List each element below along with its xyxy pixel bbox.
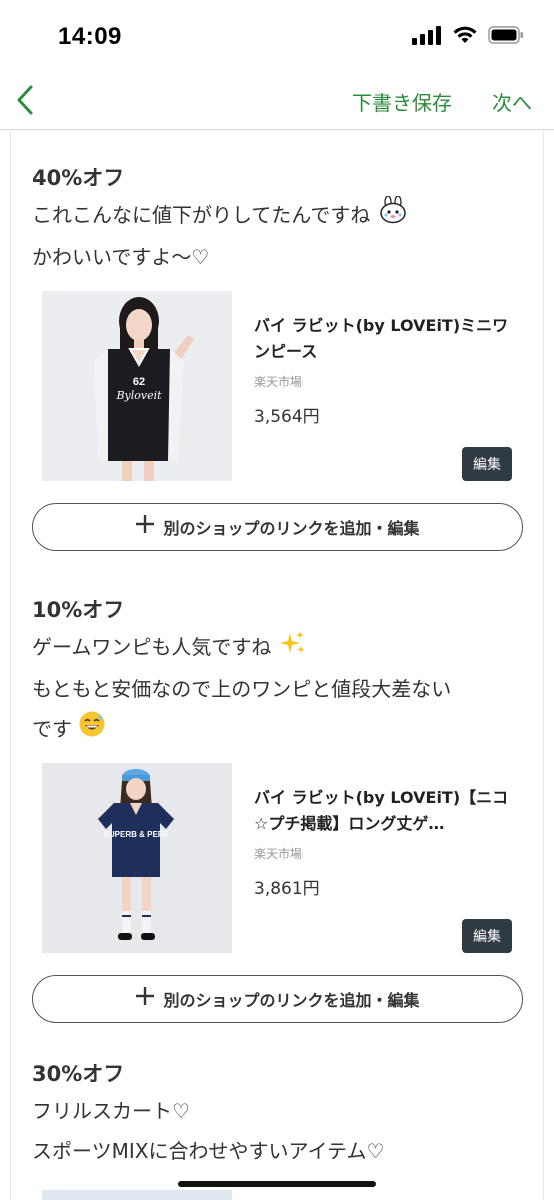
- shirt-print-text: SUPERB & PERF: [104, 830, 169, 839]
- product-price: 3,564円: [254, 402, 512, 427]
- item-section: 10%オフ ゲームワンピも人気ですね もともと安価なので上のワンピと値段大差ない…: [32, 551, 522, 1023]
- status-icons: [412, 25, 524, 49]
- signal-icon: [412, 25, 442, 49]
- product-card[interactable]: SUPERB & PERF バイ ラビット(by LOVEiT)【ニコ☆プチ掲載…: [32, 763, 522, 963]
- product-name[interactable]: バイ ラビット(by LOVEiT)ミニワンピース: [254, 313, 512, 365]
- description-line[interactable]: スポーツMIXに合わせやすいアイテム♡: [32, 1131, 522, 1171]
- item-section: 30%オフ フリルスカート♡ スポーツMIXに合わせやすいアイテム♡: [32, 1023, 522, 1171]
- edit-product-button[interactable]: 編集: [462, 919, 512, 953]
- rabbit-emoji-icon: [379, 196, 407, 237]
- plus-icon: [135, 514, 155, 538]
- add-shop-link-button[interactable]: 別のショップのリンクを追加・編集: [32, 975, 523, 1023]
- add-shop-link-label: 別のショップのリンクを追加・編集: [163, 987, 419, 1011]
- description-line[interactable]: フリルスカート♡: [32, 1091, 522, 1131]
- product-shop: 楽天市場: [254, 373, 512, 390]
- description-line[interactable]: これこんなに値下がりしてたんですね: [32, 195, 522, 237]
- item-section: 40%オフ これこんなに値下がりしてたんですね かわいいですよ〜♡: [32, 131, 522, 551]
- post-editor-content[interactable]: 40%オフ これこんなに値下がりしてたんですね かわいいですよ〜♡: [10, 131, 544, 1199]
- description-text: ゲームワンピも人気ですね: [32, 635, 271, 659]
- next-button[interactable]: 次へ: [492, 87, 532, 116]
- description-line[interactable]: かわいいですよ〜♡: [32, 237, 522, 277]
- status-bar: 14:09: [0, 0, 554, 74]
- product-card[interactable]: 62 Byloveit バイ ラビット(by LOVEiT)ミニワンピース 楽天…: [32, 291, 522, 491]
- discount-heading: 40%オフ: [32, 161, 522, 195]
- description-line[interactable]: です: [32, 709, 522, 751]
- chevron-left-icon: [16, 85, 34, 119]
- product-image[interactable]: 62 Byloveit: [42, 291, 232, 481]
- description-text: これこんなに値下がりしてたんですね: [32, 203, 370, 227]
- description-text: です: [32, 717, 72, 741]
- home-indicator: [178, 1181, 376, 1187]
- description-line[interactable]: ゲームワンピも人気ですね: [32, 627, 522, 669]
- shirt-script-text: Byloveit: [115, 389, 162, 402]
- product-image[interactable]: SUPERB & PERF: [42, 763, 232, 953]
- nav-actions: 下書き保存 次へ: [352, 87, 532, 116]
- plus-icon: [135, 986, 155, 1010]
- edit-product-button[interactable]: 編集: [462, 447, 512, 481]
- wifi-icon: [452, 25, 478, 49]
- add-shop-link-button[interactable]: 別のショップのリンクを追加・編集: [32, 503, 523, 551]
- product-shop: 楽天市場: [254, 845, 512, 862]
- back-button[interactable]: [10, 82, 40, 122]
- save-draft-button[interactable]: 下書き保存: [352, 87, 452, 116]
- shirt-number-text: 62: [133, 376, 145, 388]
- sparkles-emoji-icon: [280, 629, 306, 669]
- nav-bar: 下書き保存 次へ: [0, 74, 554, 130]
- product-price: 3,861円: [254, 874, 512, 899]
- sweat-smile-emoji-icon: [78, 710, 106, 751]
- battery-icon: [488, 25, 524, 49]
- status-time: 14:09: [58, 23, 122, 51]
- discount-heading: 10%オフ: [32, 593, 522, 627]
- product-name[interactable]: バイ ラビット(by LOVEiT)【ニコ☆プチ掲載】ロング丈ゲ…: [254, 785, 512, 837]
- description-line[interactable]: もともと安価なので上のワンピと値段大差ない: [32, 669, 522, 709]
- discount-heading: 30%オフ: [32, 1057, 522, 1091]
- add-shop-link-label: 別のショップのリンクを追加・編集: [163, 515, 419, 539]
